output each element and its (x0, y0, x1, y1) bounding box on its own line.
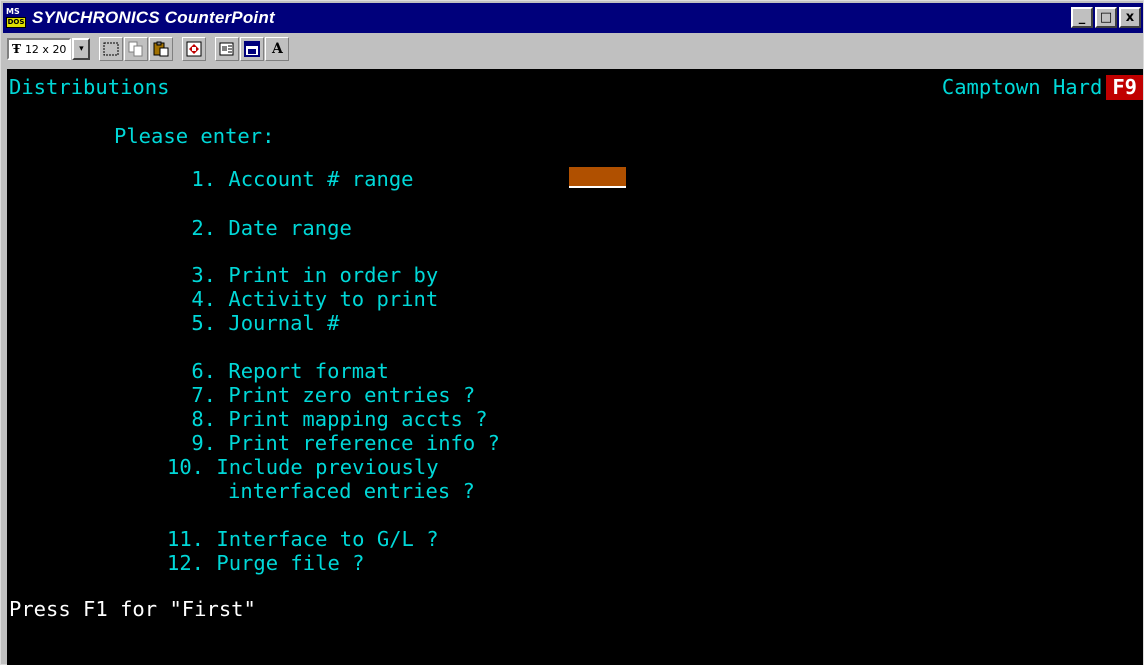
font-icon[interactable]: A (265, 37, 290, 61)
screen-title: Distributions (9, 75, 170, 99)
company-name: Camptown Hard (941, 75, 1103, 99)
font-button-label: A (272, 41, 283, 57)
terminal-screen[interactable]: Distributions Camptown Hard F9 Please ent… (7, 69, 1143, 665)
menu-item-5[interactable]: 5. Journal # (179, 311, 339, 336)
properties-icon[interactable] (215, 37, 240, 61)
dos-window: MS DOS SYNCHRONICS CounterPoint _ □ x Ŧ … (0, 0, 1144, 665)
company-header: Camptown Hard F9 (942, 75, 1143, 100)
mark-icon[interactable] (99, 37, 124, 61)
fullscreen-icon[interactable] (182, 37, 207, 61)
minimize-button[interactable]: _ (1071, 7, 1093, 28)
menu-item-9[interactable]: 9. Print reference info ? (179, 431, 500, 456)
title-bar[interactable]: MS DOS SYNCHRONICS CounterPoint _ □ x (3, 3, 1143, 33)
menu-item-4[interactable]: 4. Activity to print (179, 287, 438, 312)
maximize-button[interactable]: □ (1095, 7, 1117, 28)
status-line: Press F1 for "First" (9, 597, 256, 621)
menu-item-1[interactable]: 1. Account # range (179, 167, 413, 192)
menu-item-10-continued: interfaced entries ? (228, 479, 475, 503)
background-icon[interactable] (240, 37, 265, 61)
menu-item-3[interactable]: 3. Print in order by (179, 263, 438, 288)
toolbar: Ŧ 12 x 20 ▾ A (3, 35, 1143, 63)
truetype-font-icon: Ŧ (12, 42, 21, 56)
ms-dos-icon[interactable]: MS DOS (6, 8, 26, 28)
font-size-value: 12 x 20 (24, 42, 67, 56)
f9-hotkey-badge: F9 (1106, 75, 1143, 100)
window-title: SYNCHRONICS CounterPoint (32, 8, 275, 27)
menu-item-7[interactable]: 7. Print zero entries ? (179, 383, 475, 408)
prompt-text: Please enter: (114, 124, 275, 148)
font-size-dropdown-button[interactable]: ▾ (72, 38, 91, 60)
menu-item-12[interactable]: 12. Purge file ? (167, 551, 364, 576)
font-size-select[interactable]: Ŧ 12 x 20 (7, 38, 72, 60)
close-button[interactable]: x (1119, 7, 1141, 28)
copy-icon[interactable] (124, 37, 149, 61)
menu-item-8[interactable]: 8. Print mapping accts ? (179, 407, 487, 432)
paste-icon[interactable] (149, 37, 174, 61)
menu-item-2[interactable]: 2. Date range (179, 216, 351, 241)
account-range-input[interactable] (569, 167, 626, 188)
menu-item-11[interactable]: 11. Interface to G/L ? (167, 527, 439, 552)
menu-item-6[interactable]: 6. Report format (179, 359, 389, 384)
menu-item-10[interactable]: 10. Include previously (167, 455, 439, 480)
window-controls: _ □ x (1071, 7, 1141, 28)
